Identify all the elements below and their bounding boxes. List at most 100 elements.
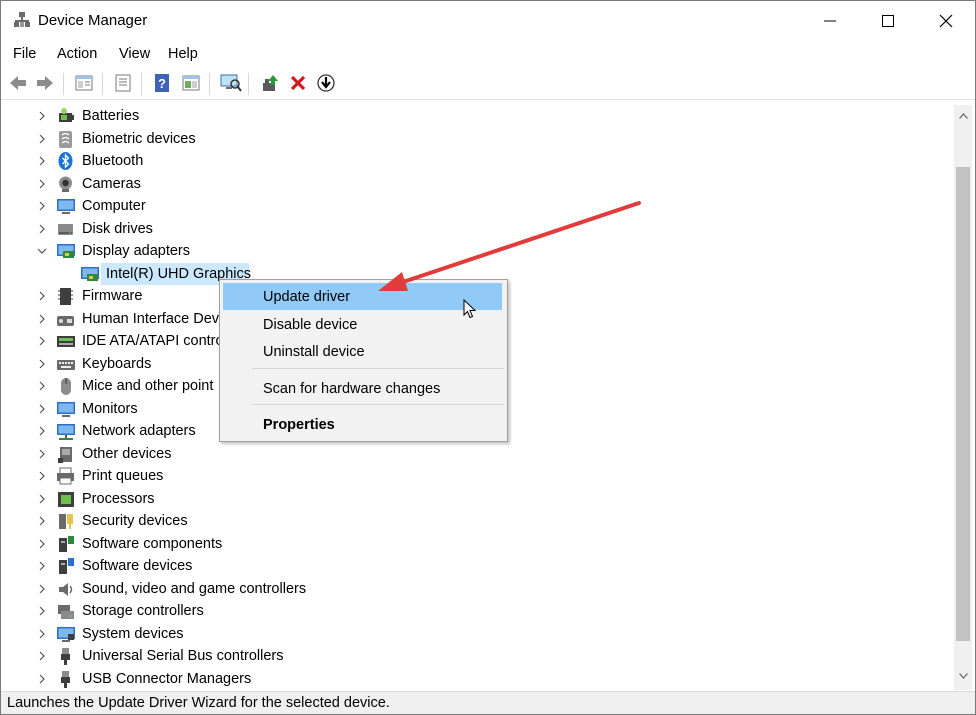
- menu-separator: [252, 368, 504, 369]
- tree-category-item[interactable]: Processors: [1, 488, 601, 510]
- tree-category-item[interactable]: Sound, video and game controllers: [1, 578, 601, 600]
- disable-button[interactable]: [314, 71, 338, 95]
- tree-item-label: Network adapters: [82, 423, 196, 439]
- toolbar-separator: [209, 73, 210, 95]
- tree-item-label: Mice and other point: [82, 378, 214, 394]
- minimize-icon: [824, 20, 836, 22]
- close-button[interactable]: [917, 1, 975, 41]
- chevron-right-icon[interactable]: [37, 381, 47, 391]
- chevron-right-icon[interactable]: [37, 291, 47, 301]
- scroll-up-icon[interactable]: [959, 113, 968, 119]
- disable-icon: [317, 74, 335, 92]
- tree-category-item[interactable]: Universal Serial Bus controllers: [1, 645, 601, 667]
- back-button[interactable]: [6, 71, 30, 95]
- back-icon: [10, 76, 26, 90]
- chevron-right-icon[interactable]: [37, 179, 47, 189]
- chevron-right-icon[interactable]: [37, 471, 47, 481]
- forward-button[interactable]: [33, 71, 57, 95]
- view-button[interactable]: [179, 71, 203, 95]
- system-icon: [57, 626, 75, 642]
- tree-category-item[interactable]: Other devices: [1, 443, 601, 465]
- chevron-right-icon[interactable]: [37, 584, 47, 594]
- tree-category-item[interactable]: Biometric devices: [1, 128, 601, 150]
- chevron-right-icon[interactable]: [37, 336, 47, 346]
- help-button[interactable]: ?: [150, 71, 174, 95]
- tree-category-item[interactable]: Cameras: [1, 173, 601, 195]
- scan-hardware-button[interactable]: [218, 71, 242, 95]
- update-driver-button[interactable]: [257, 71, 281, 95]
- chevron-right-icon[interactable]: [37, 224, 47, 234]
- uninstall-device-menu-item[interactable]: Uninstall device: [223, 338, 502, 365]
- tree-category-item[interactable]: Software devices: [1, 555, 601, 577]
- minimize-button[interactable]: [801, 1, 859, 41]
- chevron-right-icon[interactable]: [37, 516, 47, 526]
- chevron-right-icon[interactable]: [37, 629, 47, 639]
- menu-bar: File Action View Help: [1, 42, 975, 66]
- menu-action[interactable]: Action: [57, 46, 97, 62]
- tree-item-label: Universal Serial Bus controllers: [82, 648, 284, 664]
- show-hidden-button[interactable]: [111, 71, 135, 95]
- chevron-right-icon[interactable]: [37, 134, 47, 144]
- properties-icon: [75, 75, 93, 91]
- properties-label: Properties: [263, 417, 335, 433]
- chevron-right-icon[interactable]: [37, 201, 47, 211]
- chevron-down-icon[interactable]: [37, 246, 47, 256]
- tree-category-item[interactable]: System devices: [1, 623, 601, 645]
- tree-category-item[interactable]: Display adapters: [1, 240, 601, 262]
- tree-category-item[interactable]: Storage controllers: [1, 600, 601, 622]
- toolbar-separator: [63, 73, 64, 95]
- maximize-icon: [882, 15, 894, 27]
- chevron-right-icon[interactable]: [37, 314, 47, 324]
- uninstall-button[interactable]: [286, 71, 310, 95]
- tree-category-item[interactable]: Batteries: [1, 105, 601, 127]
- update-driver-menu-item[interactable]: Update driver: [223, 283, 502, 310]
- chevron-right-icon[interactable]: [37, 111, 47, 121]
- chevron-right-icon[interactable]: [37, 539, 47, 549]
- vertical-scrollbar[interactable]: [954, 105, 972, 690]
- tree-category-item[interactable]: USB Connector Managers: [1, 668, 601, 690]
- scan-hardware-menu-item[interactable]: Scan for hardware changes: [223, 375, 502, 402]
- tree-item-label: Cameras: [82, 175, 141, 192]
- uninstall-icon: [290, 75, 306, 91]
- chevron-right-icon[interactable]: [37, 426, 47, 436]
- scroll-down-icon[interactable]: [959, 673, 968, 679]
- keyboard-icon: [57, 359, 75, 370]
- properties-button[interactable]: [72, 71, 96, 95]
- tree-category-item[interactable]: Disk drives: [1, 218, 601, 240]
- properties-menu-item[interactable]: Properties: [223, 411, 502, 438]
- menu-file[interactable]: File: [13, 46, 36, 62]
- chevron-right-icon[interactable]: [37, 651, 47, 661]
- status-text: Launches the Update Driver Wizard for th…: [7, 695, 390, 711]
- chevron-right-icon[interactable]: [37, 359, 47, 369]
- tree-category-item[interactable]: Bluetooth: [1, 150, 601, 172]
- tree-item-label: Keyboards: [82, 355, 152, 372]
- update-driver-label: Update driver: [263, 289, 351, 305]
- tree-category-item[interactable]: Software components: [1, 533, 601, 555]
- toolbar-separator: [102, 73, 103, 95]
- tree-item-label: Storage controllers: [82, 603, 204, 619]
- tree-category-item[interactable]: Security devices: [1, 510, 601, 532]
- maximize-button[interactable]: [859, 1, 917, 41]
- chevron-right-icon[interactable]: [37, 606, 47, 616]
- processor-icon: [58, 491, 74, 507]
- chevron-right-icon[interactable]: [37, 674, 47, 684]
- chevron-right-icon[interactable]: [37, 156, 47, 166]
- chevron-right-icon[interactable]: [37, 449, 47, 459]
- tree-item-label: Computer: [82, 198, 146, 214]
- chevron-right-icon[interactable]: [37, 404, 47, 414]
- tree-item-label: Monitors: [82, 400, 138, 417]
- computer-icon: [57, 199, 75, 214]
- tree-item-label: Firmware: [82, 288, 143, 304]
- tree-item-label: Software components: [82, 535, 223, 552]
- menu-help[interactable]: Help: [168, 46, 198, 62]
- tree-item-label: Display adapters: [82, 243, 190, 259]
- tree-category-item[interactable]: Print queues: [1, 465, 601, 487]
- chevron-right-icon[interactable]: [37, 494, 47, 504]
- tree-category-item[interactable]: Computer: [1, 195, 601, 217]
- chevron-right-icon[interactable]: [37, 561, 47, 571]
- menu-view[interactable]: View: [119, 46, 150, 62]
- disable-device-menu-item[interactable]: Disable device: [223, 311, 502, 338]
- tree-item-label: Software devices: [82, 558, 193, 574]
- tree-item-label: Batteries: [82, 108, 140, 124]
- scrollbar-thumb[interactable]: [956, 167, 970, 641]
